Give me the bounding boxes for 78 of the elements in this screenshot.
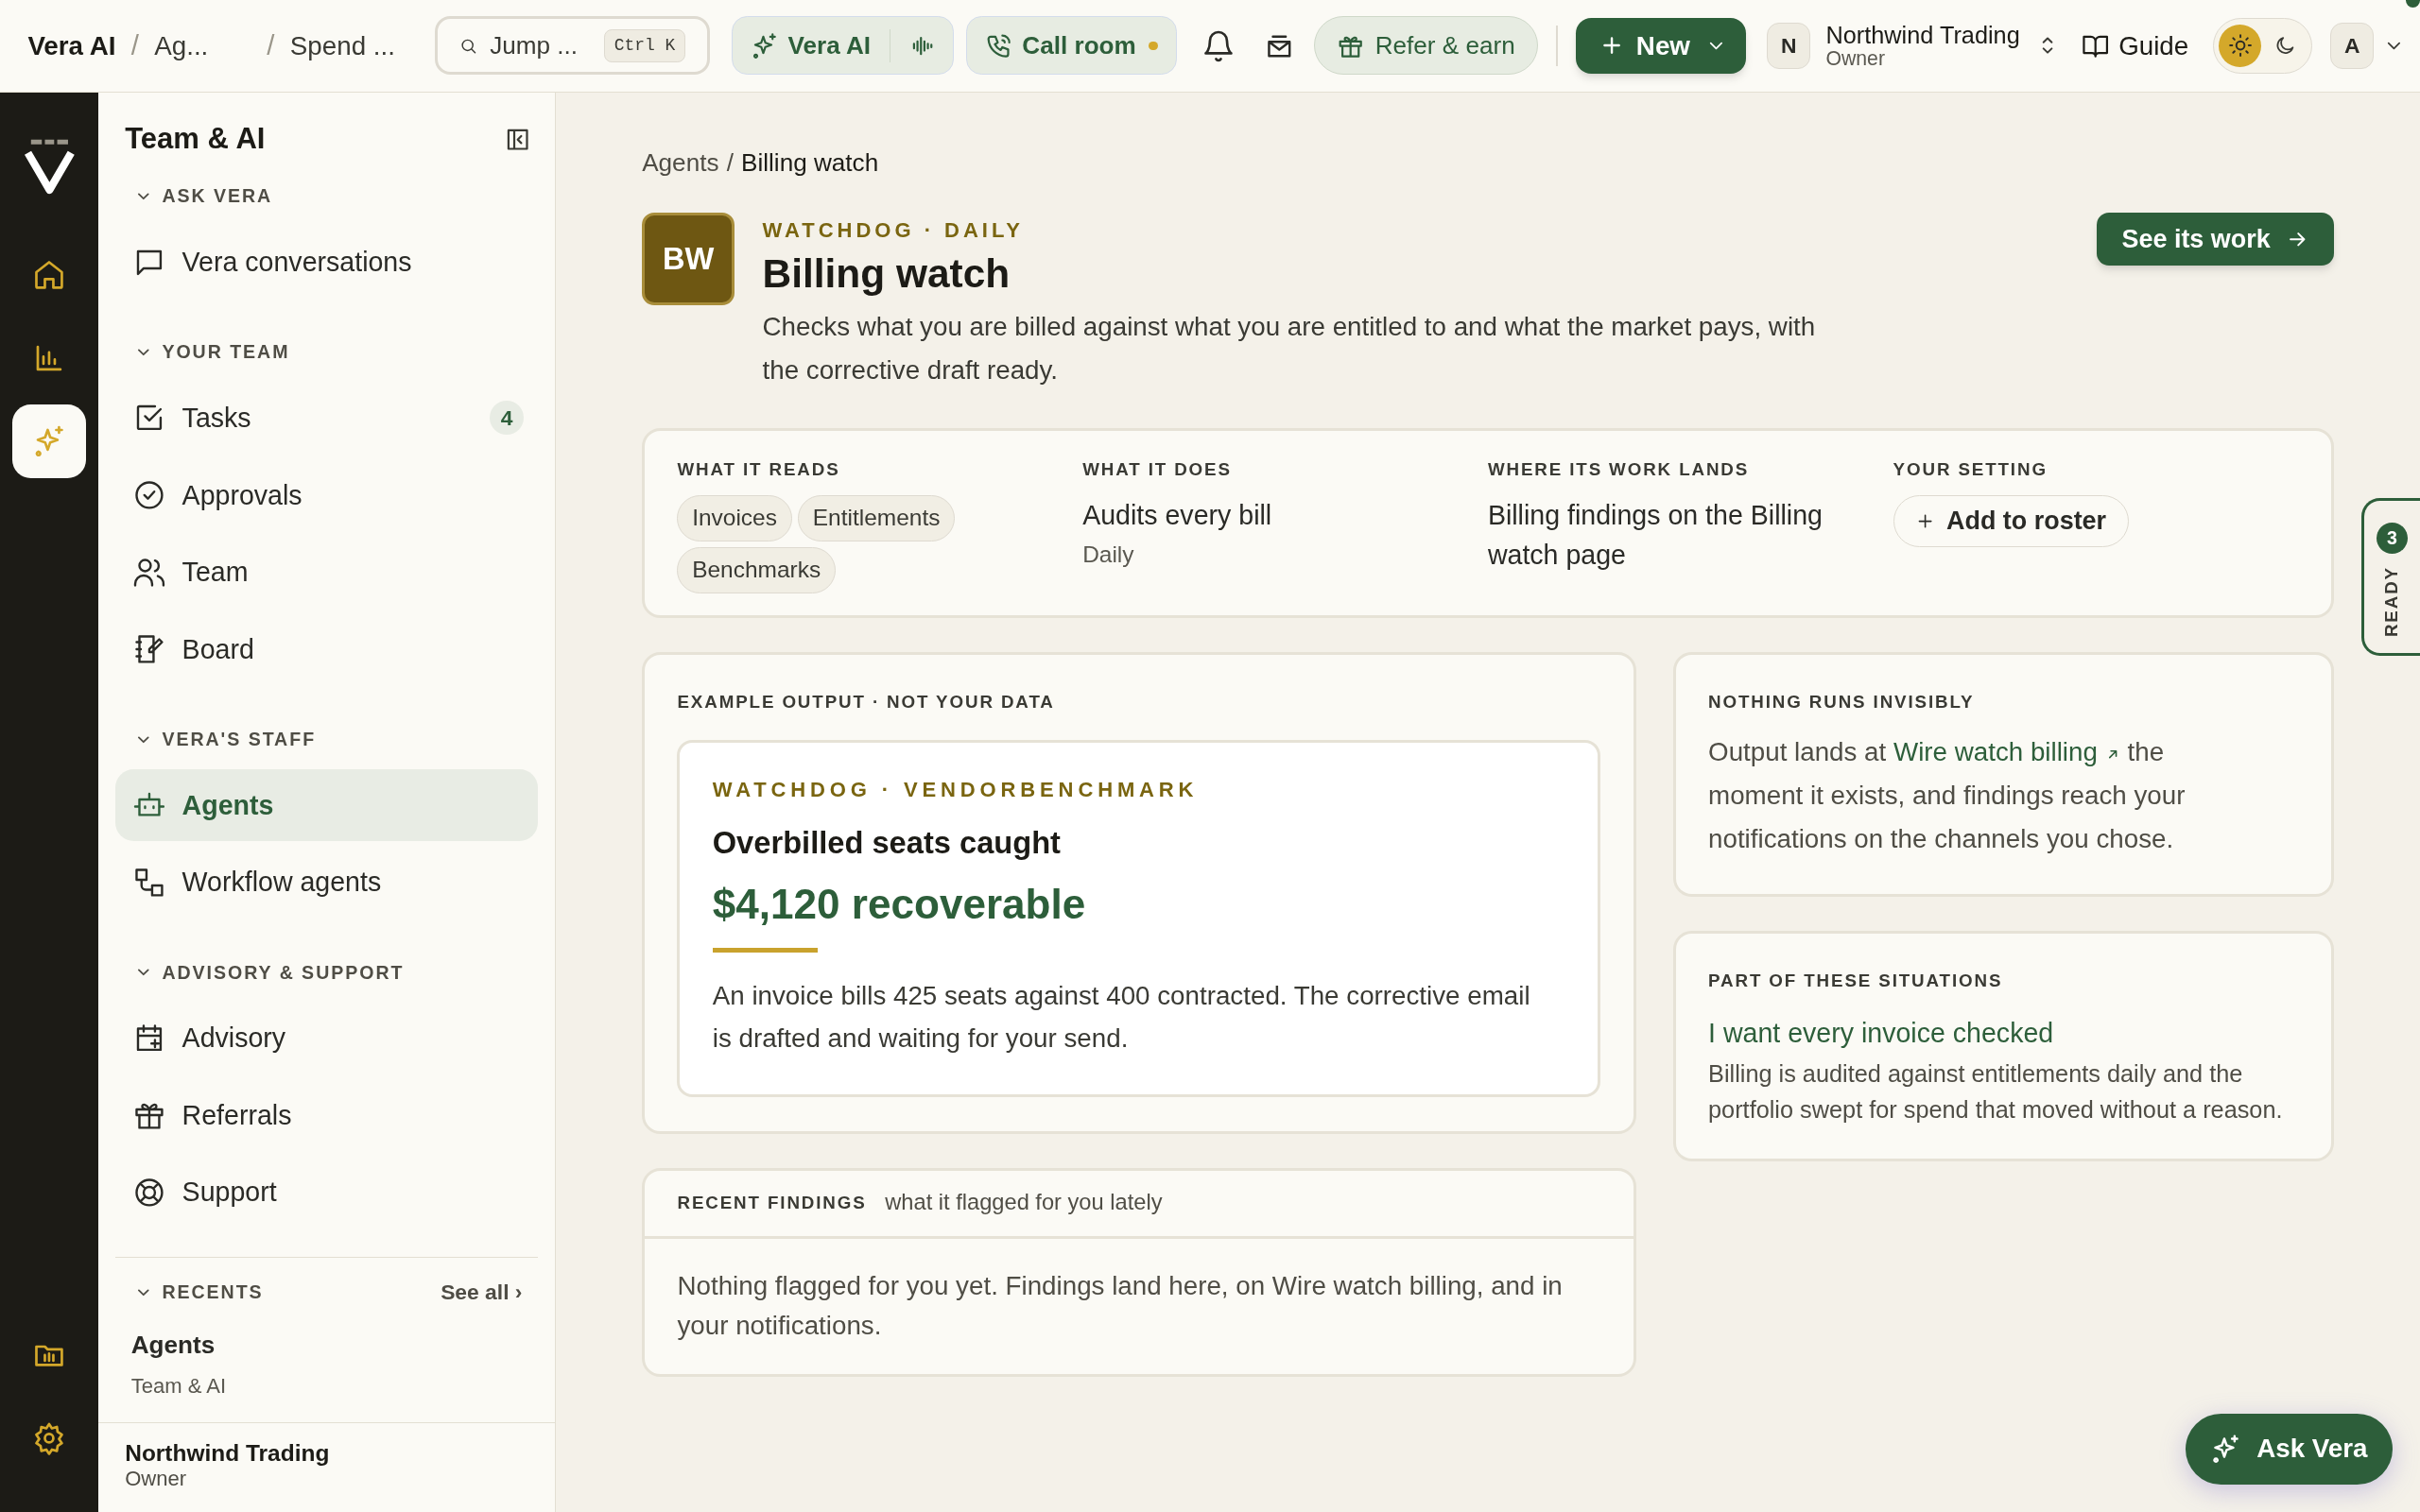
breadcrumb-separator: / [130, 28, 139, 63]
recent-item[interactable]: Agents Team & AI [115, 1308, 538, 1401]
user-avatar[interactable]: A [2330, 23, 2375, 69]
finding-title: Overbilled seats caught [712, 824, 1062, 863]
card-label: EXAMPLE OUTPUT · NOT YOUR DATA [677, 690, 1056, 713]
sidebar-item[interactable]: Board [115, 612, 538, 686]
sidebar-item[interactable]: Support [115, 1156, 538, 1229]
sidebar-item[interactable]: Team [115, 536, 538, 609]
card-hint: what it flagged for you lately [885, 1189, 1163, 1217]
add-to-roster-button[interactable]: Add to roster [1893, 494, 2129, 548]
see-all-link[interactable]: See all › [441, 1276, 523, 1309]
agent-avatar: BW [642, 213, 735, 306]
new-button[interactable]: New [1576, 18, 1746, 74]
vera-ai-button[interactable]: Vera AI [731, 16, 954, 76]
section-header[interactable]: ASK VERA [115, 182, 273, 211]
fact-value: Audits every bill [1082, 498, 1273, 532]
call-room-button[interactable]: Call room [965, 16, 1178, 76]
section-header[interactable]: YOUR TEAM [115, 338, 290, 367]
sidebar-item[interactable]: Vera conversations [115, 226, 538, 299]
sidebar-title: Team & AI [125, 121, 266, 158]
breadcrumb-link[interactable]: Vera AI [27, 26, 116, 66]
agent-description: Checks what you are billed against what you are entitled to and what the market pays, with the corrective draft ready. [762, 310, 1817, 387]
refer-button[interactable]: Refer & earn [1314, 16, 1538, 76]
card-label: NOTHING RUNS INVISIBLY [1708, 690, 1976, 713]
sidebar-item[interactable]: Referrals [115, 1078, 538, 1152]
ready-label: READY [2380, 565, 2403, 637]
fact-heading: YOUR SETTING [1893, 457, 2048, 481]
account-footer[interactable]: Northwind Trading Owner [98, 1422, 555, 1512]
wire-link[interactable]: Wire watch billing [1893, 737, 2120, 767]
breadcrumb-separator: / [726, 148, 734, 178]
ready-tab[interactable]: 3 READY [2360, 498, 2420, 656]
source-tag: Benchmarks [677, 547, 836, 594]
count-badge: 4 [490, 401, 525, 436]
shortcut-key: Ctrl K [603, 28, 686, 63]
fact-subtext: Daily [1082, 541, 1135, 570]
org-name: Northwind Trading [1825, 23, 2020, 48]
breadcrumb-separator: / [267, 28, 275, 63]
rail-button[interactable] [12, 404, 87, 479]
situation-description: Billing is audited against entitlements daily and the portfolio swept for spend that moved without a reason. [1708, 1059, 2284, 1125]
agent-type-label: WATCHDOG · DAILY [762, 216, 1025, 244]
agent-title: Billing watch [762, 250, 1011, 299]
sidebar-item[interactable]: Approvals [115, 458, 538, 532]
fact-heading: WHAT IT DOES [1082, 457, 1233, 481]
org-avatar: N [1767, 23, 1811, 69]
section-header[interactable]: VERA'S STAFF [115, 726, 317, 754]
see-its-work-button[interactable]: See its work [2097, 213, 2334, 266]
sparkle-icon [2210, 1433, 2241, 1465]
card-label: PART OF THESE SITUATIONS [1708, 970, 2004, 993]
sidebar-item[interactable]: Advisory [115, 1002, 538, 1074]
ready-count-badge: 3 [2377, 523, 2408, 554]
fact-heading: WHAT IT READS [677, 457, 841, 481]
search-field[interactable]: Jump ... Ctrl K [435, 16, 710, 76]
fact-heading: WHERE ITS WORK LANDS [1487, 457, 1751, 481]
source-tag: Invoices [677, 494, 792, 541]
breadcrumb-link[interactable]: Ag... [154, 26, 209, 66]
guide-button[interactable]: Guide [2082, 26, 2189, 66]
sidebar-item[interactable]: Tasks 4 [115, 382, 538, 455]
card-label: RECENT FINDINGS [677, 1192, 867, 1214]
situation-link[interactable]: I want every invoice checked [1708, 1012, 2299, 1054]
info-text: Output lands at Wire watch billing the moment it exists, and findings reach your notifications on the channels you chose. [1708, 736, 2187, 855]
finding-description: An invoice bills 425 seats against 400 contracted. The corrective email is drafted and waiting for your send. [712, 979, 1531, 1056]
org-role: Owner [1825, 47, 1886, 69]
ask-vera-button[interactable]: Ask Vera [2186, 1413, 2393, 1485]
breadcrumb-link[interactable]: Spend ... [289, 26, 395, 66]
breadcrumb-current: Billing watch [741, 148, 879, 178]
recoverable-amount: $4,120 recoverable [712, 879, 1087, 929]
sparkle-icon [751, 31, 779, 60]
source-tag: Entitlements [798, 494, 956, 541]
section-header[interactable]: RECENTS [115, 1278, 264, 1306]
section-header[interactable]: ADVISORY & SUPPORT [115, 958, 405, 987]
breadcrumb-link[interactable]: Agents [642, 148, 719, 178]
fact-value: Billing findings on the Billing watch page [1487, 498, 1824, 573]
finding-type-label: WATCHDOG · VENDORBENCHMARK [712, 776, 1200, 803]
sidebar-item[interactable]: Agents [115, 768, 538, 842]
empty-state-text: Nothing flagged for you yet. Findings land here, on Wire watch billing, and in your notifications. [676, 1269, 1564, 1343]
search-input[interactable]: Jump ... [490, 26, 592, 65]
sidebar-item[interactable]: Workflow agents [115, 846, 538, 919]
sun-icon [2227, 33, 2253, 59]
